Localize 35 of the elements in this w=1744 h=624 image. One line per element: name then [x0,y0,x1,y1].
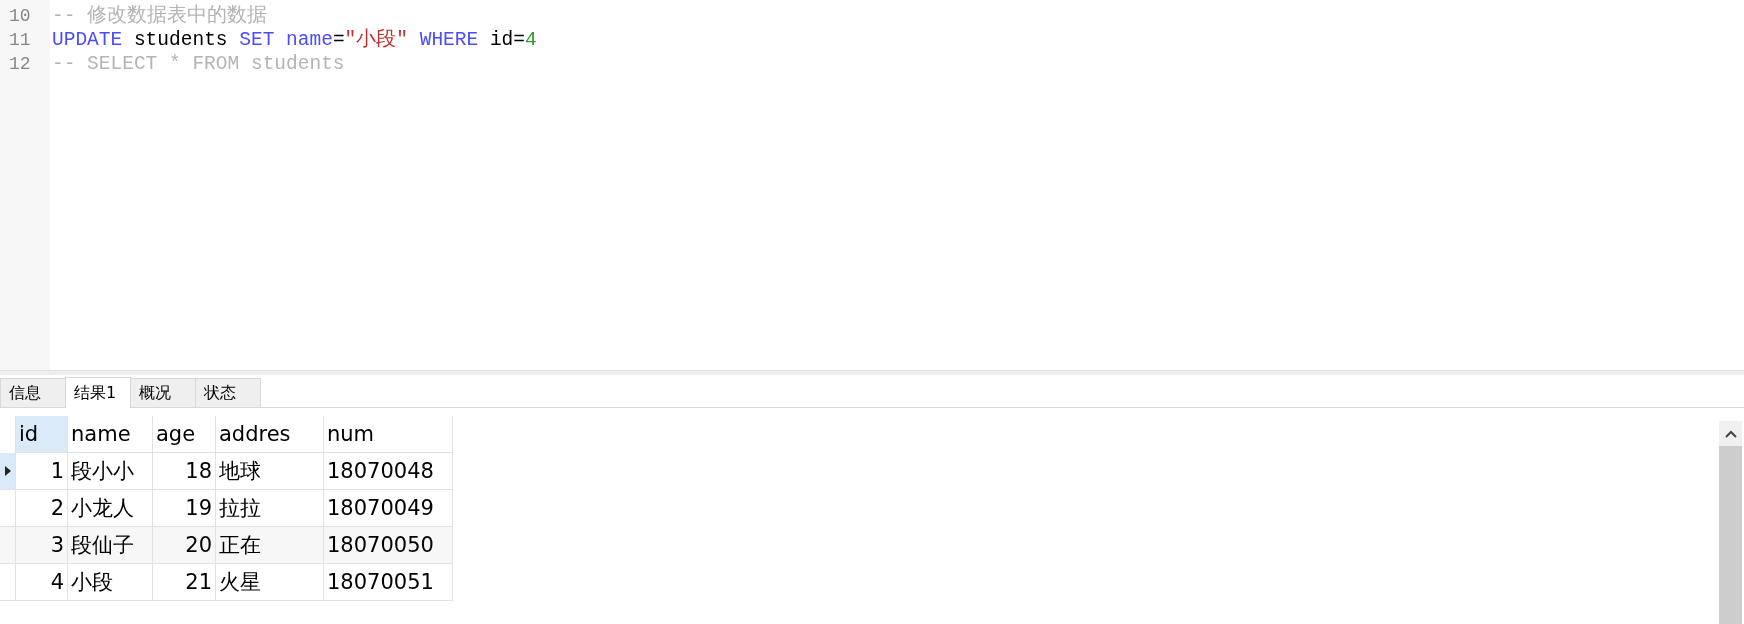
result-tab[interactable]: 概况 [130,378,196,407]
code-line: -- SELECT * FROM students [52,52,346,76]
code-line: -- 修改数据表中的数据 [52,4,269,28]
table-cell: 18070051 [324,564,453,601]
column-header[interactable]: id [16,416,68,453]
row-indicator[interactable] [0,453,16,490]
table-cell: 段小小 [68,453,153,490]
table-cell: 18070050 [324,527,453,564]
table-cell: 21 [153,564,216,601]
table-cell: 火星 [216,564,324,601]
line-number: 12 [8,53,32,76]
table-cell: 1 [16,453,68,490]
vertical-scrollbar[interactable] [1719,421,1742,624]
table-cell: 20 [153,527,216,564]
current-row-arrow-icon [4,466,11,476]
result-tab[interactable]: 信息 [0,378,66,407]
table-cell: 段仙子 [68,527,153,564]
table-cell: 3 [16,527,68,564]
line-number: 10 [8,5,32,28]
code-line: UPDATE students SET name="小段" WHERE id=4 [52,28,537,52]
column-header[interactable]: name [68,416,153,453]
table-cell: 小段 [68,564,153,601]
result-tab[interactable]: 状态 [195,378,261,407]
column-header[interactable]: num [324,416,453,453]
chevron-up-icon [1724,429,1737,438]
column-header[interactable]: addres [216,416,324,453]
line-number: 11 [8,29,32,52]
table-cell: 18 [153,453,216,490]
table-cell: 4 [16,564,68,601]
scroll-up-button[interactable] [1719,421,1742,446]
result-tab[interactable]: 结果1 [65,377,131,408]
table-cell: 地球 [216,453,324,490]
table-cell: 正在 [216,527,324,564]
table-cell: 18070048 [324,453,453,490]
column-header[interactable]: age [153,416,216,453]
